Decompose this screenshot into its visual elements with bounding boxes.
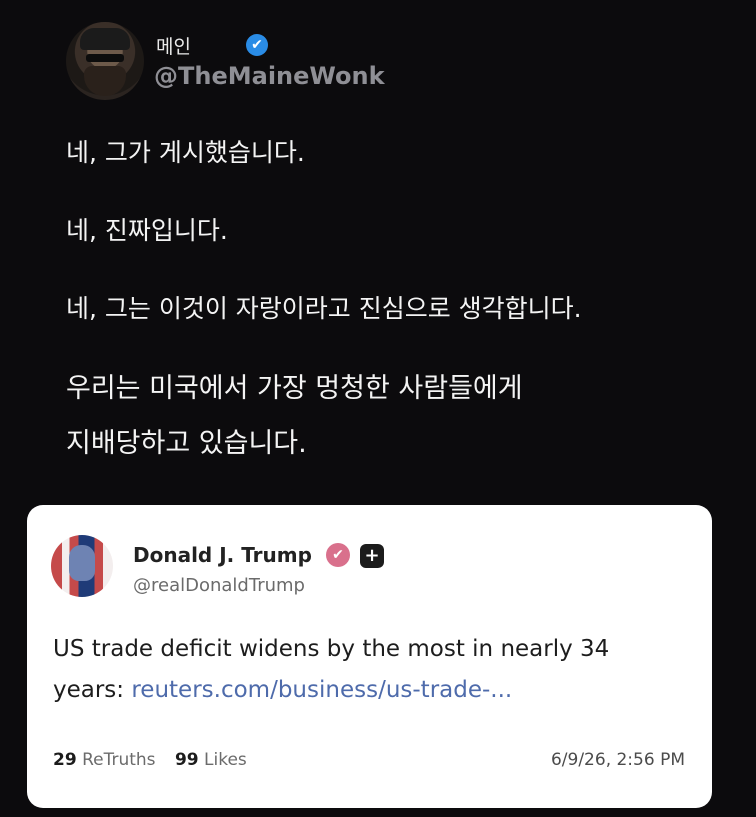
avatar-face-shape <box>69 545 95 581</box>
post-timestamp: 6/9/26, 2:56 PM <box>550 750 685 770</box>
retruths-label: ReTruths <box>82 750 156 770</box>
article-link[interactable]: reuters.com/business/us-trade-... <box>131 677 512 703</box>
avatar-hat-shape <box>80 28 130 50</box>
quoted-author-avatar[interactable] <box>51 535 113 597</box>
author-name[interactable]: 메인 <box>156 32 191 59</box>
quoted-author-name[interactable]: Donald J. Trump <box>133 543 312 567</box>
quoted-post-footer: 29 ReTruths 99 Likes 6/9/26, 2:56 PM <box>53 750 685 770</box>
post-text-line: 지배당하고 있습니다. <box>66 428 307 459</box>
retruths-stat[interactable]: 29 ReTruths <box>53 750 156 770</box>
avatar-glasses-shape <box>86 54 124 62</box>
post-text-line: 네, 진짜입니다. <box>66 216 228 245</box>
author-avatar[interactable] <box>66 22 144 100</box>
quoted-author-handle[interactable]: @realDonaldTrump <box>133 575 305 596</box>
quoted-post-text: US trade deficit widens by the most in n… <box>53 629 683 711</box>
quoted-post-card[interactable]: Donald J. Trump ✔ + @realDonaldTrump US … <box>27 505 712 808</box>
post-text-line: 네, 그가 게시했습니다. <box>66 138 305 167</box>
avatar-beard-shape <box>84 66 126 96</box>
post-text-line: 네, 그는 이것이 자랑이라고 진심으로 생각합니다. <box>66 294 582 323</box>
likes-count: 99 <box>174 750 199 770</box>
post-text-line: 우리는 미국에서 가장 멍청한 사람들에게 <box>66 373 523 404</box>
author-handle[interactable]: @TheMaineWonk <box>154 62 385 90</box>
verified-icon: ✔ <box>246 34 268 56</box>
retruths-count: 29 <box>53 750 77 770</box>
plus-icon: + <box>360 544 384 568</box>
likes-label: Likes <box>204 750 247 770</box>
verified-badge-icon: ✔ <box>326 543 350 567</box>
likes-stat[interactable]: 99 Likes <box>175 750 247 770</box>
